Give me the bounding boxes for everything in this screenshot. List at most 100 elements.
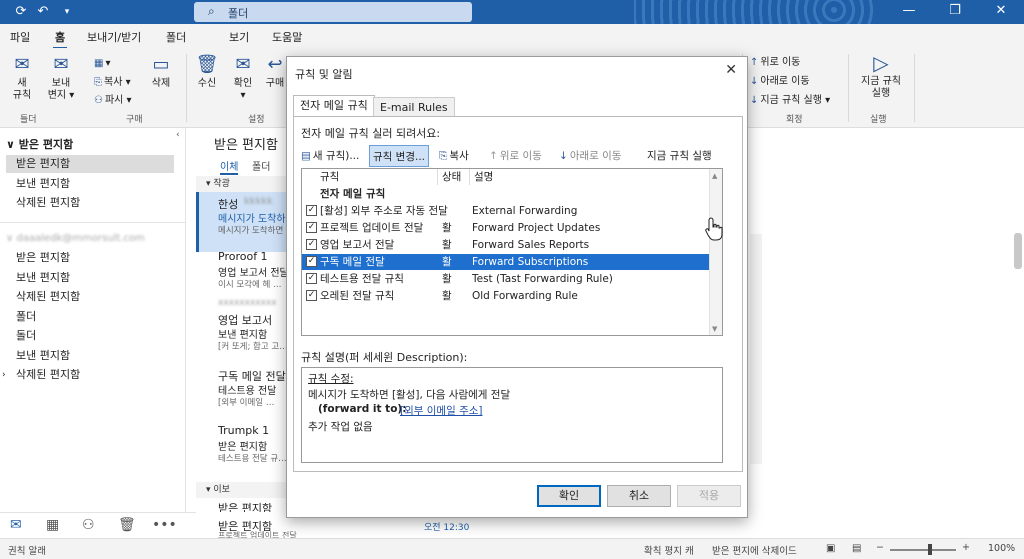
rule-checkbox[interactable]: ✓ xyxy=(306,239,317,250)
rule-checkbox[interactable]: ✓ xyxy=(306,290,317,301)
tab-home[interactable]: 홈 xyxy=(52,29,68,49)
status-left: 권칙 알래 xyxy=(8,546,46,557)
copy-rule-button[interactable]: ⎘ 복사 xyxy=(439,145,469,167)
new-mail-button[interactable]: ✉ 새 규칙 xyxy=(6,54,38,102)
desc-line-extra: 추가 작업 없음 xyxy=(308,421,373,433)
rule-checkbox[interactable]: ✓ xyxy=(306,256,317,267)
rule-checkbox[interactable]: ✓ xyxy=(306,222,317,233)
column-header-rule[interactable]: 규칙 xyxy=(302,169,438,185)
move-down-label: 아래로 이동 xyxy=(569,150,622,162)
tab-email-rules[interactable]: 전자 메일 규칙 xyxy=(293,95,375,117)
column-header-desc[interactable]: 설명 xyxy=(470,169,710,185)
rule-row[interactable]: ✓ 테스트용 전달 규칙 활 Test (Tast Forwarding Rul… xyxy=(302,271,710,287)
nav-folder[interactable]: › 삭제된 편지함 xyxy=(2,366,174,384)
rules-scrollbar[interactable]: ▲ ▼ xyxy=(709,169,722,335)
nav-folder[interactable]: 받은 편지함 xyxy=(6,249,174,267)
tab-send-receive[interactable]: 보내기/받기 xyxy=(87,29,141,45)
restore-button[interactable]: ❐ xyxy=(932,0,978,24)
paste-button[interactable]: ⚇ 파시 ▾ xyxy=(94,91,132,106)
tab-folder[interactable]: 폴더 xyxy=(166,29,186,45)
rule-row[interactable]: ✓ 프로젝트 업데이트 전달 활 Forward Project Updates xyxy=(302,220,710,236)
rule-row[interactable]: ✓ 영업 보고서 전달 활 Forward Sales Reports xyxy=(302,237,710,253)
rule-row-selected[interactable]: ✓ 구독 메일 전달 활 Forward Subscriptions xyxy=(302,254,710,270)
rule-checkbox[interactable]: ✓ xyxy=(306,273,317,284)
column-header-status[interactable]: 상태 xyxy=(438,169,470,185)
apply-label: 전자 메일 규칙 실러 되려서요: xyxy=(301,127,441,140)
change-rule-button[interactable]: 규칙 변경... xyxy=(369,145,429,167)
search-box[interactable]: ⌕ 폴더 xyxy=(194,2,472,22)
mail-icon[interactable]: ✉ xyxy=(10,517,22,533)
run-rules-button[interactable]: ▷ 지금 규칙 실행 xyxy=(856,52,906,100)
delete-button[interactable]: ▭ 삭제 xyxy=(146,54,176,90)
favorites-header-label: 받은 편지함 xyxy=(18,138,74,151)
ok-button[interactable]: 확인 xyxy=(537,485,601,507)
run-rules-now-button[interactable]: 지금 규칙 실행 xyxy=(647,145,712,167)
zoom-out-button[interactable]: − xyxy=(876,542,884,553)
title-pattern xyxy=(634,0,874,24)
rule-status: 활 xyxy=(442,256,452,268)
rule-checkbox[interactable]: ✓ xyxy=(306,205,317,216)
people-icon[interactable]: ⚇ xyxy=(82,517,95,533)
more-icon[interactable]: ••• xyxy=(152,517,177,533)
minimize-button[interactable]: — xyxy=(886,0,932,24)
move-down-button[interactable]: ↓ 아래로 이동 xyxy=(750,72,810,87)
tab-email-rules-en[interactable]: E-mail Rules xyxy=(373,97,455,117)
new-items-button[interactable]: ✉ 보내 변지 ▾ xyxy=(44,54,78,102)
nav-folder[interactable]: 폴더 xyxy=(6,308,174,326)
cancel-button[interactable]: 취소 xyxy=(607,485,671,507)
check-button[interactable]: ✉ 확인 ▾ xyxy=(228,54,258,102)
zoom-in-button[interactable]: + xyxy=(962,542,970,553)
nav-folder[interactable]: 보낸 편지함 xyxy=(6,347,174,365)
tab-file[interactable]: 파일 xyxy=(10,29,30,45)
nav-folder[interactable]: 돌더 xyxy=(6,327,174,345)
zoom-thumb[interactable] xyxy=(928,544,932,555)
tab-other[interactable]: 폴더 xyxy=(252,158,270,173)
trash-icon: 🗑 xyxy=(195,54,219,75)
tab-help[interactable]: 도움말 xyxy=(272,29,302,45)
close-icon[interactable]: ✕ xyxy=(725,62,737,78)
dropdown-icon[interactable]: ▾ xyxy=(58,3,76,21)
external-address-link[interactable]: [외부 이메일 주소] xyxy=(400,403,483,418)
account-header[interactable]: ∨ daaaledk@mmorsult.com xyxy=(6,233,145,244)
rule-status: 활 xyxy=(442,273,452,285)
nav-folder[interactable]: 삭제된 편지함 xyxy=(6,288,174,306)
rule-row[interactable]: ✓ [활성] 외부 주소로 자동 전달 External Forwarding xyxy=(302,203,710,219)
scroll-down-icon[interactable]: ▼ xyxy=(712,325,717,333)
rule-row[interactable]: ✓ 오레된 전달 규칙 활 Old Forwarding Rule xyxy=(302,288,710,304)
normal-view-icon[interactable]: ▣ xyxy=(826,543,835,554)
close-window-button[interactable]: ✕ xyxy=(978,0,1024,24)
copy-button[interactable]: ⎘ 복사 ▾ xyxy=(94,73,131,88)
nav-item-deleted[interactable]: 삭제된 편지함 xyxy=(6,194,174,212)
nav-folder[interactable]: 보낸 편지함 xyxy=(6,269,174,287)
group-separator xyxy=(848,54,849,122)
group-separator xyxy=(186,54,187,122)
scroll-thumb[interactable] xyxy=(1014,233,1022,269)
calendar-icon[interactable]: ▦ xyxy=(46,517,59,533)
group-label-new: 틀더 xyxy=(20,115,37,125)
scroll-up-icon[interactable]: ▲ xyxy=(712,172,717,180)
reading-view-icon[interactable]: ▤ xyxy=(852,543,861,554)
undo-icon[interactable]: ↶ xyxy=(34,3,52,21)
apply-button[interactable]: 적용 xyxy=(677,485,741,507)
collapse-icon[interactable]: ‹ xyxy=(176,130,180,140)
tasks-icon[interactable]: 🗑 xyxy=(118,517,136,533)
arrow-down-icon: ↓ xyxy=(750,95,759,106)
zoom-slider[interactable] xyxy=(890,549,956,551)
sync-icon[interactable]: ⟳ xyxy=(12,3,30,21)
nav-item-sent[interactable]: 보낸 편지함 xyxy=(6,175,174,193)
tab-focused[interactable]: 이체 xyxy=(220,158,239,175)
tab-view[interactable]: 보기 xyxy=(229,29,249,45)
reading-scrollbar[interactable] xyxy=(750,234,762,464)
move-down-button[interactable]: ↓ 아래로 이동 xyxy=(559,145,621,167)
format-button[interactable]: ▦ ▾ xyxy=(94,58,110,69)
new-rule-button[interactable]: ▤ 새 규칙)... xyxy=(301,145,359,167)
nav-item-inbox[interactable]: 받은 편지함 xyxy=(6,155,174,173)
move-up-button[interactable]: ↑ 위로 이동 xyxy=(489,145,542,167)
favorites-header[interactable]: ∨ 받은 편지함 xyxy=(6,136,73,152)
search-input[interactable]: 폴더 xyxy=(228,5,248,21)
move-up-button[interactable]: ↑ 위로 이동 xyxy=(750,53,800,68)
rule-desc: External Forwarding xyxy=(472,205,578,217)
run-rules-small-button[interactable]: ↓ 지금 규칙 실행 ▾ xyxy=(750,91,830,106)
trash-button[interactable]: 🗑 수신 xyxy=(192,54,222,90)
desc-line-condition: 메시지가 도착하면 [활성], 다음 사람에게 전달 xyxy=(308,389,511,401)
